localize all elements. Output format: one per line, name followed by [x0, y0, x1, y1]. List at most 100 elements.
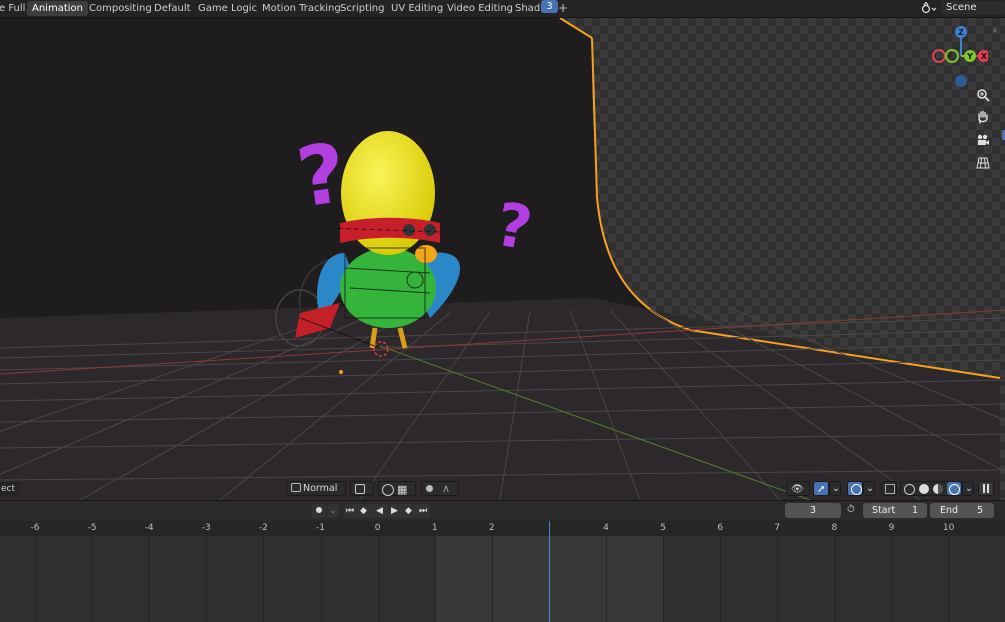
frame-grid-line	[891, 536, 893, 622]
tab-video-editing[interactable]: Video Editing	[442, 1, 518, 16]
frame-tick-label: 0	[374, 523, 381, 533]
stopwatch-icon[interactable]: ⏱	[847, 504, 859, 516]
proportional-edit-controls[interactable]: ∧	[421, 481, 459, 496]
3d-viewport[interactable]: ? ? Z Y X ‹	[0, 18, 1005, 500]
playhead[interactable]	[549, 521, 550, 622]
eye-icon: 👁	[791, 484, 804, 495]
frame-tick-label: -2	[258, 523, 268, 533]
pivot-icon	[355, 484, 365, 494]
chevron-down-icon: ⌄	[832, 483, 840, 494]
frame-tick-label: -4	[144, 523, 154, 533]
frame-tick-label: 7	[774, 523, 781, 533]
timeline-header: ⌄ ⏮ ◆ ◀ ▶ ◆ ⏭ 3 ⏱ Start 1 End 5	[0, 500, 1005, 521]
frame-tick-label: -6	[30, 523, 40, 533]
end-value: 5	[976, 505, 983, 516]
frame-grid-line	[320, 536, 322, 622]
proportional-edit-icon[interactable]	[426, 485, 433, 492]
workspace-tabs-bar: e Full Animation Compositing Default Gam…	[0, 0, 1005, 18]
shading-mode-group[interactable]	[900, 481, 962, 496]
gizmo-toggle-icon: ➚	[817, 484, 826, 495]
record-icon[interactable]	[312, 504, 326, 518]
camera-icon[interactable]	[974, 133, 992, 151]
frame-grid-line	[149, 536, 151, 622]
snap-target-icon[interactable]: ▦	[397, 483, 407, 496]
frame-grid-line	[663, 536, 665, 622]
frame-tick-label: 4	[603, 523, 609, 533]
falloff-curve-icon[interactable]: ∧	[442, 482, 450, 495]
mode-hint-label: ect	[0, 482, 20, 496]
pivot-point-dropdown[interactable]	[350, 481, 374, 496]
gizmo-toggle[interactable]: ➚	[813, 481, 829, 496]
chevron-down-icon: ⌄	[866, 483, 874, 494]
tab-uv-editing[interactable]: UV Editing	[386, 1, 448, 16]
frame-tick-label: -3	[201, 523, 211, 533]
sidebar-toggle-icon[interactable]: ‹	[993, 26, 997, 36]
auto-key-dropdown[interactable]: ⌄	[327, 504, 339, 518]
orientation-icon	[291, 483, 301, 492]
tab-compositing[interactable]: Compositing	[84, 1, 157, 16]
visibility-dropdown[interactable]: 👁	[786, 481, 810, 496]
jump-start-icon[interactable]: ⏮	[346, 504, 354, 518]
frame-tick-label: 10	[942, 523, 955, 533]
tab-animation[interactable]: Animation	[27, 1, 88, 16]
tab-scripting[interactable]: Scripting	[335, 1, 389, 16]
playback-controls: ⏮ ◆ ◀ ▶ ◆ ⏭	[344, 504, 430, 518]
scene-icon[interactable]	[921, 1, 937, 15]
frame-tick-label: -5	[87, 523, 97, 533]
snap-icon[interactable]	[382, 484, 394, 496]
frame-tick-label: 1	[431, 523, 438, 533]
frame-grid-line	[606, 536, 607, 622]
end-frame-field[interactable]: End 5	[930, 503, 994, 518]
xray-icon	[885, 484, 895, 494]
zoom-icon[interactable]	[974, 88, 992, 106]
tab-default[interactable]: Default	[149, 1, 196, 16]
shading-dropdown[interactable]: ⌄	[962, 481, 974, 496]
prev-keyframe-icon[interactable]: ◆	[360, 504, 367, 518]
snap-controls[interactable]: ▦	[378, 481, 416, 496]
material-shading-icon[interactable]	[933, 484, 943, 494]
end-label: End	[940, 505, 959, 516]
scene-selector[interactable]: Scene	[917, 0, 1005, 17]
frame-grid-line	[948, 536, 950, 622]
tab-game-logic[interactable]: Game Logic	[193, 1, 262, 16]
frame-grid-line	[206, 536, 208, 622]
toggle-sidebar-button[interactable]	[978, 481, 994, 496]
tab-motion-tracking[interactable]: Motion Tracking	[257, 1, 346, 16]
overlays-toggle[interactable]	[847, 481, 863, 496]
grid-icon[interactable]	[974, 156, 992, 174]
xray-toggle[interactable]	[881, 481, 897, 496]
gizmo-x-label: X	[981, 52, 988, 61]
frame-grid-line	[777, 536, 779, 622]
start-frame-field[interactable]: Start 1	[863, 503, 927, 518]
current-frame-field[interactable]: 3	[785, 503, 841, 518]
overlays-dropdown[interactable]: ⌄	[863, 481, 875, 496]
transform-orientation-dropdown[interactable]: Normal	[286, 481, 346, 496]
frame-grid-line	[263, 536, 265, 622]
play-icon[interactable]: ▶	[391, 504, 398, 518]
solid-shading-icon[interactable]	[919, 484, 929, 494]
frame-grid-line	[35, 536, 36, 622]
wireframe-shading-icon[interactable]	[904, 484, 915, 495]
scene-name-field[interactable]: Scene	[941, 1, 1005, 15]
frame-grid-line	[377, 536, 379, 622]
add-workspace-button[interactable]: +	[557, 1, 569, 16]
pan-hand-icon[interactable]	[974, 110, 992, 128]
gizmo-dropdown[interactable]: ⌄	[829, 481, 841, 496]
gizmo-y-label: Y	[966, 52, 973, 61]
rendered-shading-icon[interactable]	[947, 482, 961, 495]
timeline-ruler[interactable]: -6-5-4-3-2-1012345678910	[0, 521, 1005, 536]
navigation-gizmo[interactable]: Z Y X	[928, 24, 988, 90]
jump-end-icon[interactable]: ⏭	[419, 504, 427, 518]
tab-full[interactable]: e Full	[0, 1, 30, 16]
timeline-tracks[interactable]	[0, 536, 1005, 622]
next-keyframe-icon[interactable]: ◆	[405, 504, 412, 518]
gizmo-z-label: Z	[958, 28, 964, 37]
frame-grid-line	[491, 536, 493, 622]
frame-tick-label: 6	[717, 523, 724, 533]
frame-tick-label: 2	[488, 523, 495, 533]
play-reverse-icon[interactable]: ◀	[376, 504, 383, 518]
start-label: Start	[872, 505, 896, 516]
frame-tick-label: 9	[888, 523, 895, 533]
current-frame-badge[interactable]: 3	[541, 0, 558, 13]
frame-tick-label: 5	[660, 523, 666, 533]
